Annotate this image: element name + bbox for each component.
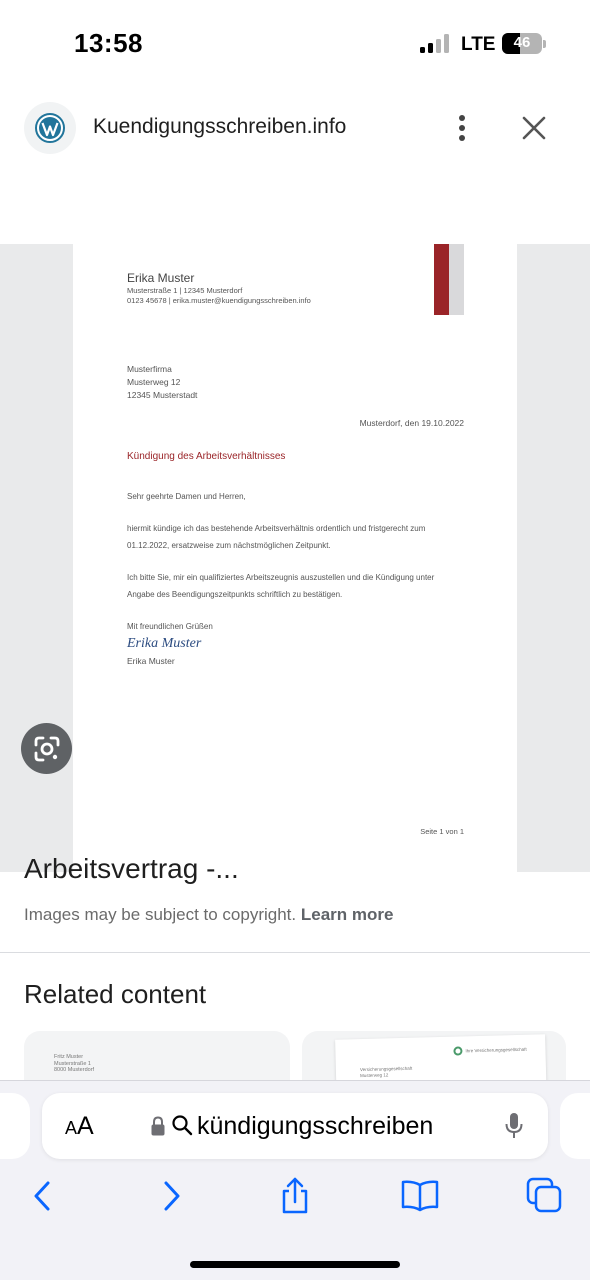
page-number: Seite 1 von 1 bbox=[420, 827, 464, 836]
tabs-button[interactable] bbox=[525, 1176, 565, 1216]
status-bar: 13:58 LTE 46 bbox=[0, 0, 590, 90]
signed-name: Erika Muster bbox=[127, 656, 175, 666]
image-preview[interactable]: Erika Muster Musterstraße 1 | 12345 Must… bbox=[0, 244, 590, 872]
next-tab-preview[interactable] bbox=[560, 1093, 590, 1159]
lock-icon bbox=[151, 1116, 165, 1136]
microphone-icon[interactable] bbox=[504, 1111, 524, 1141]
logo-icon bbox=[453, 1046, 463, 1056]
closing: Mit freundlichen Grüßen bbox=[127, 622, 213, 631]
copyright-notice: Images may be subject to copyright. Lear… bbox=[24, 905, 393, 925]
cellular-signal-icon bbox=[420, 33, 452, 53]
paragraph-line: hiermit kündige ich das bestehende Arbei… bbox=[127, 524, 426, 533]
battery-icon: 46 bbox=[502, 33, 542, 54]
signature: Erika Muster bbox=[127, 636, 202, 651]
share-icon bbox=[282, 1177, 308, 1214]
more-vert-icon bbox=[459, 115, 465, 141]
result-title[interactable]: Arbeitsvertrag -... bbox=[24, 853, 239, 885]
google-lens-icon bbox=[34, 736, 59, 761]
sender-address: Musterstraße 1 | 12345 Musterdorf bbox=[127, 286, 243, 295]
bookmarks-button[interactable] bbox=[400, 1176, 440, 1216]
paragraph-line: 01.12.2022, ersatzweise zum nächstmöglic… bbox=[127, 541, 331, 550]
more-options-button[interactable] bbox=[446, 110, 478, 146]
recipient-line: Musterfirma bbox=[127, 364, 172, 374]
close-icon bbox=[522, 116, 546, 140]
google-lens-button[interactable] bbox=[21, 723, 72, 774]
recipient-line: Musterweg 12 bbox=[127, 377, 181, 387]
tabs-icon bbox=[526, 1177, 562, 1213]
learn-more-link[interactable]: Learn more bbox=[301, 905, 394, 924]
paragraph-line: Angabe des Beendigungszeitpunkts schrift… bbox=[127, 590, 343, 599]
battery-level: 46 bbox=[513, 34, 531, 51]
address-bar[interactable]: AA kündigungsschreiben bbox=[42, 1093, 548, 1159]
close-button[interactable] bbox=[516, 110, 552, 146]
text-size-button[interactable]: AA bbox=[65, 1112, 94, 1141]
search-icon bbox=[172, 1115, 193, 1136]
forward-button[interactable] bbox=[151, 1176, 191, 1216]
date-line: Musterdorf, den 19.10.2022 bbox=[359, 418, 464, 428]
site-name[interactable]: Kuendigungsschreiben.info bbox=[93, 115, 346, 139]
battery-tip bbox=[543, 40, 546, 48]
divider bbox=[0, 952, 590, 953]
browser-toolbar: AA kündigungsschreiben bbox=[0, 1080, 590, 1280]
card-thumbnail-text: Fritz Muster Musterstraße 1 8000 Musterd… bbox=[54, 1054, 95, 1073]
wordpress-icon bbox=[24, 102, 76, 154]
status-time: 13:58 bbox=[74, 28, 143, 58]
letter-subject: Kündigung des Arbeitsverhältnisses bbox=[127, 451, 286, 462]
home-indicator[interactable] bbox=[190, 1261, 400, 1268]
back-button[interactable] bbox=[23, 1176, 63, 1216]
url-text[interactable]: kündigungsschreiben bbox=[197, 1112, 433, 1141]
bookmarks-icon bbox=[401, 1180, 439, 1212]
share-button[interactable] bbox=[275, 1176, 315, 1216]
back-icon bbox=[34, 1181, 50, 1211]
sender-name: Erika Muster bbox=[127, 271, 195, 285]
site-header: Kuendigungsschreiben.info bbox=[0, 100, 590, 156]
copyright-text: Images may be subject to copyright. bbox=[24, 905, 297, 924]
accent-bar-red bbox=[434, 244, 449, 315]
forward-icon bbox=[164, 1181, 180, 1211]
paragraph-line: Ich bitte Sie, mir ein qualifiziertes Ar… bbox=[127, 573, 435, 582]
letter-document: Erika Muster Musterstraße 1 | 12345 Must… bbox=[73, 244, 517, 872]
network-type: LTE bbox=[461, 34, 496, 55]
related-content-heading: Related content bbox=[24, 979, 207, 1009]
previous-tab-preview[interactable] bbox=[0, 1093, 30, 1159]
salutation: Sehr geehrte Damen und Herren, bbox=[127, 492, 246, 501]
recipient-line: 12345 Musterstadt bbox=[127, 390, 198, 400]
accent-bar-gray bbox=[449, 244, 464, 315]
sender-contact: 0123 45678 | erika.muster@kuendigungssch… bbox=[127, 296, 311, 305]
